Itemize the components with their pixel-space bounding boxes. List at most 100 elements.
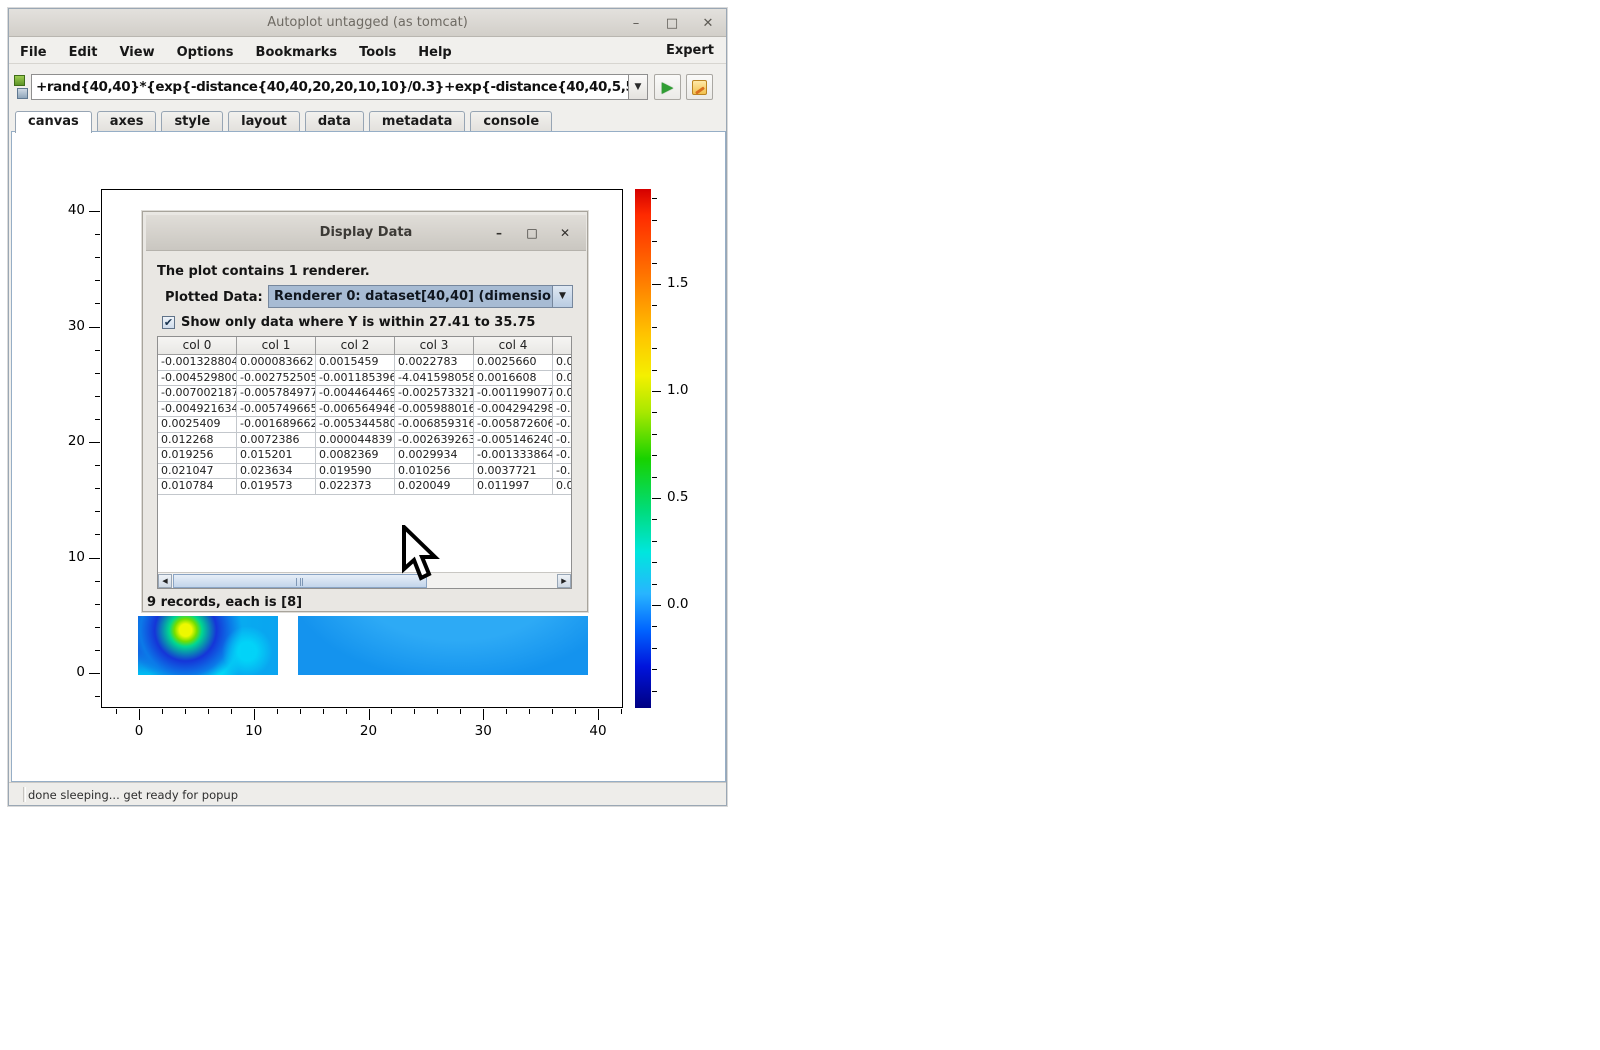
table-cell: -0.001199077... bbox=[474, 386, 553, 402]
colorbar-tick-label: 1.5 bbox=[667, 275, 707, 291]
tab-data[interactable]: data bbox=[305, 111, 364, 132]
table-cell: 0.020049 bbox=[395, 479, 474, 495]
table-row[interactable]: 0.0025409-0.001689662...-0.005344580...-… bbox=[158, 417, 572, 433]
y-axis-tick bbox=[89, 673, 100, 674]
x-axis-tick bbox=[391, 709, 392, 714]
dialog-close-icon[interactable]: ✕ bbox=[558, 226, 572, 240]
colorbar-tick-label: 1.0 bbox=[667, 382, 707, 398]
x-axis-tick bbox=[116, 709, 117, 714]
dialog-minimize-icon[interactable]: – bbox=[492, 226, 506, 240]
colorbar-tick bbox=[652, 284, 661, 285]
statusbar-divider bbox=[23, 787, 26, 802]
x-axis-tick bbox=[529, 709, 530, 714]
menu-edit[interactable]: Edit bbox=[58, 45, 109, 60]
colorbar-tick-label: 0.0 bbox=[667, 596, 707, 612]
y-axis-tick bbox=[95, 604, 100, 605]
column-header[interactable]: col 0 bbox=[158, 337, 237, 355]
table-row[interactable]: 0.0122680.00723860.000044839-0.002639263… bbox=[158, 433, 572, 449]
column-header[interactable]: col 1 bbox=[237, 337, 316, 355]
tab-metadata[interactable]: metadata bbox=[369, 111, 465, 132]
menu-tools[interactable]: Tools bbox=[348, 45, 407, 60]
scroll-left-icon[interactable]: ◀ bbox=[158, 574, 172, 588]
y-axis-tick bbox=[89, 558, 100, 559]
table-row[interactable]: -0.001328804...0.0000836620.00154590.002… bbox=[158, 355, 572, 371]
x-axis-tick bbox=[139, 709, 140, 720]
table-cell: 0.0029934 bbox=[395, 448, 474, 464]
scrollbar-thumb[interactable] bbox=[173, 574, 427, 588]
column-header[interactable]: col 4 bbox=[474, 337, 553, 355]
table-cell: -0.0 bbox=[553, 464, 572, 480]
tab-axes[interactable]: axes bbox=[97, 111, 157, 132]
tab-strip: canvasaxesstylelayoutdatametadataconsole bbox=[15, 111, 552, 132]
scroll-right-icon[interactable]: ▶ bbox=[557, 574, 571, 588]
colorbar-tick bbox=[652, 198, 657, 199]
table-row[interactable]: -0.004921634...-0.005749665...-0.0065649… bbox=[158, 402, 572, 418]
colorbar-tick bbox=[652, 584, 657, 585]
table-cell: 0.000044839 bbox=[316, 433, 395, 449]
menu-bookmarks[interactable]: Bookmarks bbox=[245, 45, 349, 60]
y-axis-tick bbox=[95, 488, 100, 489]
dialog-title-bar[interactable]: Display Data – □ ✕ bbox=[146, 215, 586, 251]
x-axis-tick-label: 40 bbox=[580, 723, 616, 739]
x-axis-tick bbox=[460, 709, 461, 714]
y-axis-tick bbox=[95, 280, 100, 281]
menu-view[interactable]: View bbox=[108, 45, 165, 60]
tab-style[interactable]: style bbox=[161, 111, 223, 132]
maximize-icon[interactable]: □ bbox=[664, 16, 680, 31]
x-axis-tick bbox=[506, 709, 507, 714]
table-cell: 0.0016608 bbox=[474, 371, 553, 387]
y-axis-tick bbox=[95, 627, 100, 628]
title-bar[interactable]: Autoplot untagged (as tomcat) – □ ✕ bbox=[9, 9, 726, 37]
tab-layout[interactable]: layout bbox=[228, 111, 300, 132]
renderer-combo[interactable]: Renderer 0: dataset[40,40] (dimension...… bbox=[268, 285, 573, 308]
table-row[interactable]: -0.007002187...-0.005784977...-0.0044644… bbox=[158, 386, 572, 402]
play-icon: ▶ bbox=[662, 80, 674, 95]
horizontal-scrollbar[interactable]: ◀ ▶ bbox=[158, 572, 571, 588]
colorbar-tick bbox=[652, 263, 657, 264]
menu-help[interactable]: Help bbox=[407, 45, 462, 60]
column-header[interactable]: col 5 bbox=[553, 337, 572, 355]
inspect-uri-button[interactable] bbox=[686, 74, 713, 100]
tab-canvas[interactable]: canvas bbox=[15, 111, 92, 133]
table-row[interactable]: 0.0107840.0195730.0223730.0200490.011997… bbox=[158, 479, 572, 495]
table-cell: -0.005988016... bbox=[395, 402, 474, 418]
colorbar-tick bbox=[652, 434, 657, 435]
x-axis-tick bbox=[162, 709, 163, 714]
uri-input[interactable]: +rand{40,40}*{exp{-distance{40,40,20,20,… bbox=[31, 74, 629, 100]
close-icon[interactable]: ✕ bbox=[700, 16, 716, 31]
menu-options[interactable]: Options bbox=[166, 45, 245, 60]
dialog-maximize-icon[interactable]: □ bbox=[525, 226, 539, 240]
x-axis-tick bbox=[575, 709, 576, 714]
colorbar-tick bbox=[652, 477, 657, 478]
table-row[interactable]: 0.0192560.0152010.00823690.0029934-0.001… bbox=[158, 448, 572, 464]
table-row[interactable]: -0.004529800...-0.002752505...-0.0011853… bbox=[158, 371, 572, 387]
y-axis-tick bbox=[95, 396, 100, 397]
column-header[interactable]: col 2 bbox=[316, 337, 395, 355]
table-cell: 0.012268 bbox=[158, 433, 237, 449]
table-cell: -0.004294298... bbox=[474, 402, 553, 418]
y-axis-tick bbox=[95, 511, 100, 512]
colorbar-tick bbox=[652, 348, 657, 349]
tab-console[interactable]: console bbox=[470, 111, 552, 132]
menu-file[interactable]: File bbox=[9, 45, 58, 60]
y-axis-tick-label: 40 bbox=[47, 202, 85, 218]
colorbar-tick bbox=[652, 605, 661, 606]
x-axis-tick-label: 20 bbox=[351, 723, 387, 739]
data-table-scrollpane[interactable]: col 0col 1col 2col 3col 4col 5-0.0013288… bbox=[157, 336, 572, 589]
x-axis-tick bbox=[414, 709, 415, 714]
table-cell: 0.019573 bbox=[237, 479, 316, 495]
minimize-icon[interactable]: – bbox=[628, 16, 644, 31]
plot-go-button[interactable]: ▶ bbox=[654, 74, 681, 100]
records-summary: 9 records, each is [8] bbox=[147, 595, 302, 610]
colorbar-tick bbox=[652, 541, 657, 542]
uri-toolbar: +rand{40,40}*{exp{-distance{40,40,20,20,… bbox=[9, 64, 726, 111]
table-row[interactable]: 0.0210470.0236340.0195900.0102560.003772… bbox=[158, 464, 572, 480]
column-header[interactable]: col 3 bbox=[395, 337, 474, 355]
y-axis-tick bbox=[89, 211, 100, 212]
table-cell: 0.0022783 bbox=[395, 355, 474, 371]
uri-dropdown-icon[interactable]: ▼ bbox=[629, 74, 648, 100]
filter-checkbox[interactable]: ✔ bbox=[162, 316, 175, 329]
table-cell: -0.002752505... bbox=[237, 371, 316, 387]
expert-menu[interactable]: Expert bbox=[666, 43, 714, 58]
x-axis-tick bbox=[552, 709, 553, 714]
